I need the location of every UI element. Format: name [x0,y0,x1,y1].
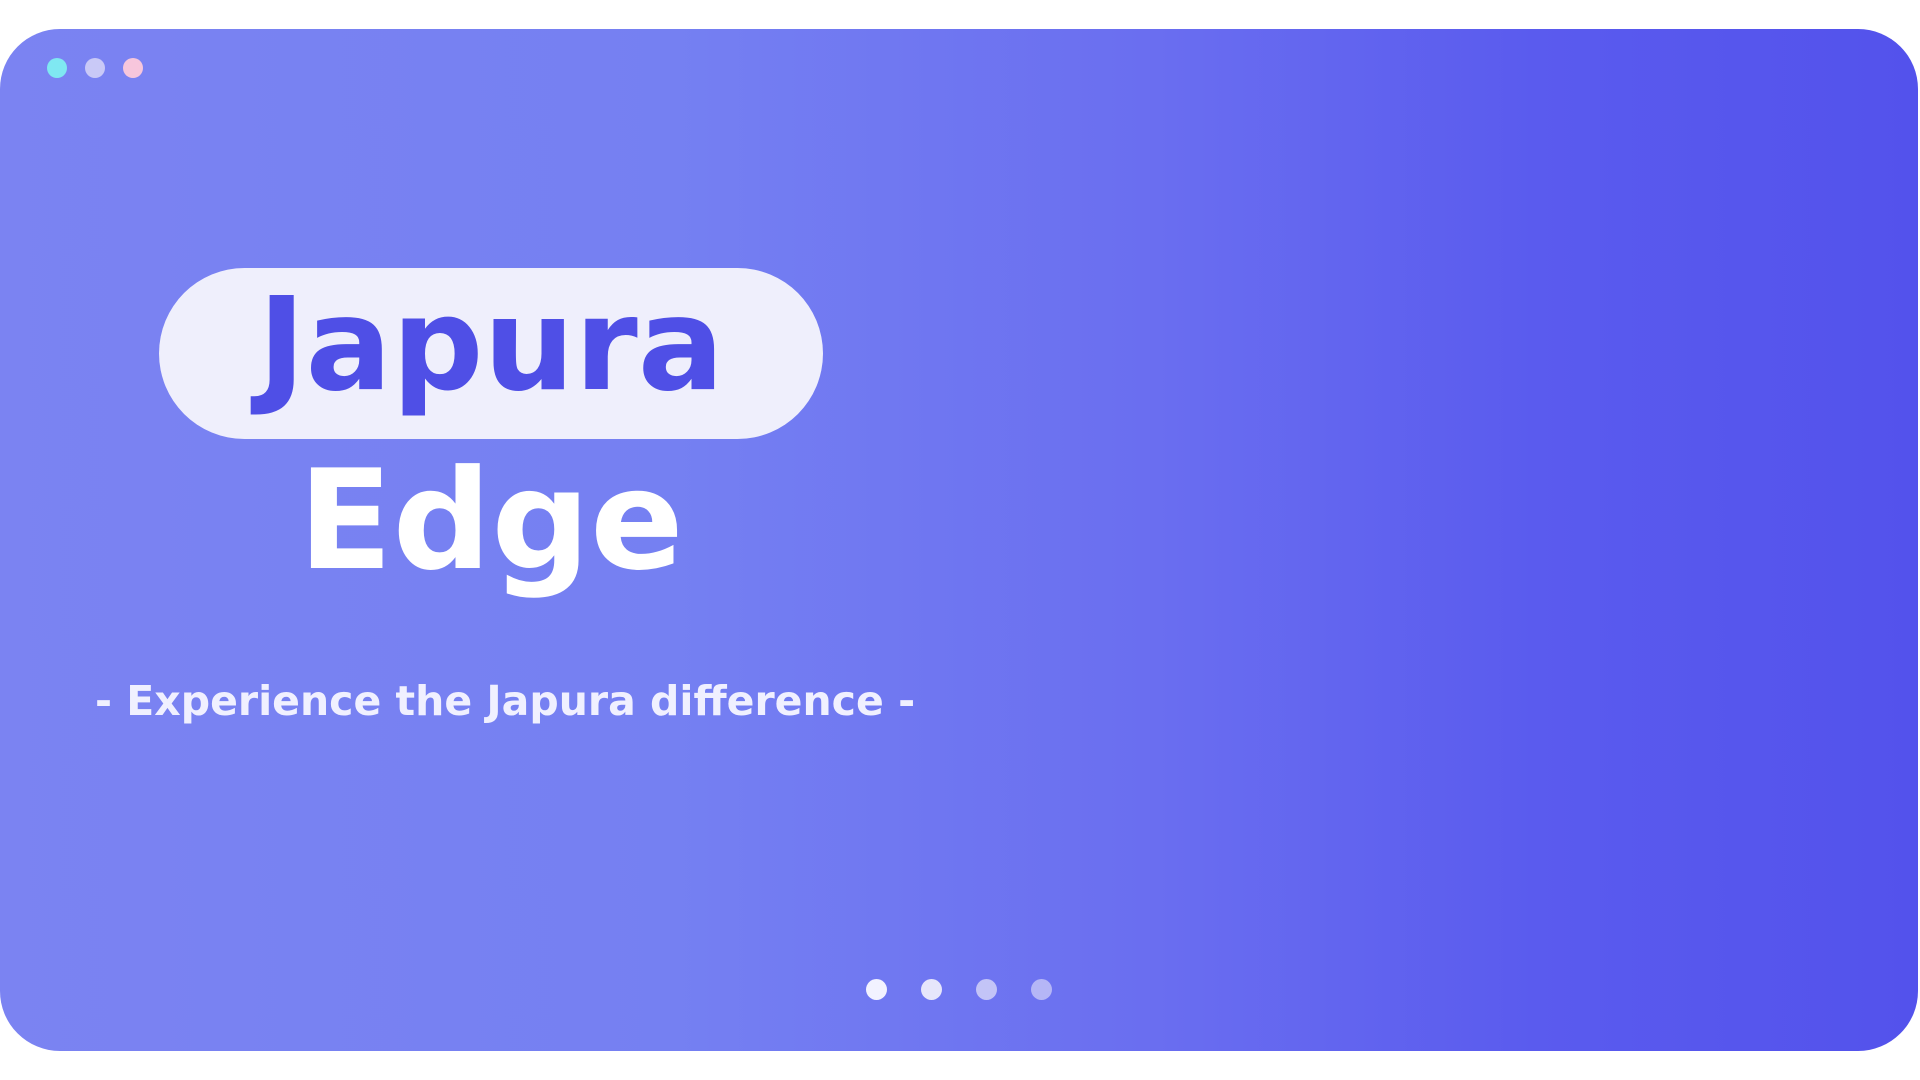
hero-slide: Japura Edge - Experience the Japura diff… [0,29,1918,1051]
title-pill: Japura [159,268,823,439]
title-line-2: Edge [298,440,684,601]
pager-dot-4[interactable] [1031,979,1052,1000]
window-dot-cyan [47,58,67,78]
pager-dot-2[interactable] [921,979,942,1000]
window-dot-lavender [85,58,105,78]
pager-dot-1[interactable] [866,979,887,1000]
window-dot-pink [123,58,143,78]
tagline: - Experience the Japura difference - [95,677,916,725]
window-controls [47,58,143,78]
slide-pager [866,979,1052,1000]
pager-dot-3[interactable] [976,979,997,1000]
title-line-1: Japura [257,270,725,420]
